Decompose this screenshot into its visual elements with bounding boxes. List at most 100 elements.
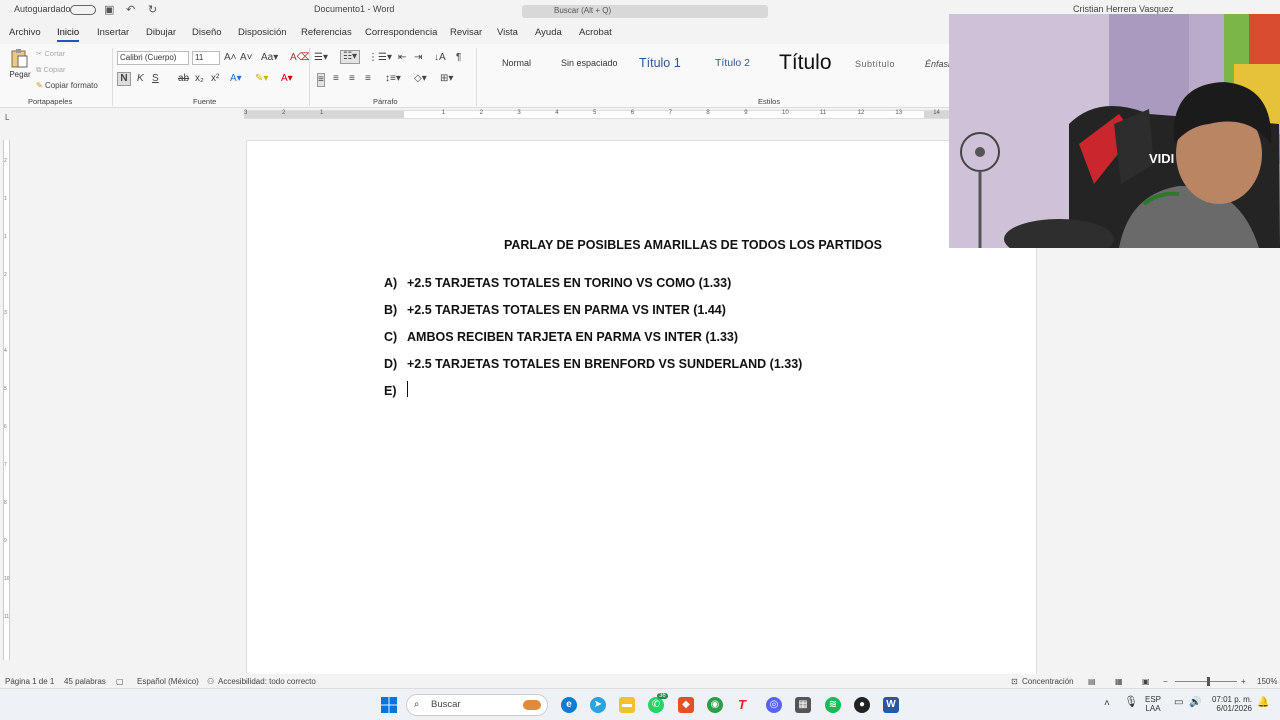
web-layout-icon[interactable]: ▣	[1142, 677, 1150, 686]
tab-archivo[interactable]: Archivo	[9, 27, 41, 38]
read-mode-icon[interactable]: ▤	[1088, 677, 1096, 686]
telegram-icon[interactable]: ➤	[590, 697, 606, 713]
font-name-select[interactable]: Calibri (Cuerpo)	[117, 51, 189, 65]
horizontal-ruler[interactable]: 321123456789101112131415	[244, 110, 978, 119]
brave-icon[interactable]: ◆	[678, 697, 694, 713]
font-size-select[interactable]: 11	[192, 51, 220, 65]
font-color-icon[interactable]: A▾	[281, 73, 293, 85]
sort-icon[interactable]: ↓A	[434, 52, 446, 64]
clock-date: 6/01/2026	[1216, 704, 1252, 713]
chrome-icon[interactable]: ◉	[707, 697, 723, 713]
windows-start-icon[interactable]	[381, 697, 397, 713]
word-app-icon[interactable]: W	[883, 697, 899, 713]
tab-dibujar[interactable]: Dibujar	[146, 27, 176, 38]
borders-icon[interactable]: ⊞▾	[440, 73, 453, 85]
document-page[interactable]: PARLAY DE POSIBLES AMARILLAS DE TODOS LO…	[246, 140, 1037, 674]
style-no-spacing[interactable]: Sin espaciado	[561, 58, 618, 68]
tab-ayuda[interactable]: Ayuda	[535, 27, 562, 38]
obs-icon[interactable]: ●	[854, 697, 870, 713]
align-center-icon[interactable]: ≡	[333, 73, 339, 85]
show-marks-icon[interactable]: ¶	[456, 52, 461, 64]
tab-diseno[interactable]: Diseño	[192, 27, 222, 38]
focus-mode[interactable]: Concentración	[1022, 677, 1074, 686]
tab-inicio[interactable]: Inicio	[57, 27, 80, 42]
zoom-level[interactable]: 150%	[1257, 677, 1277, 686]
save-icon[interactable]: ▣	[104, 3, 114, 16]
zoom-slider[interactable]	[1175, 681, 1237, 682]
justify-icon[interactable]: ≡	[365, 73, 371, 85]
tray-chevron-icon[interactable]: ˄	[1104, 699, 1110, 709]
bullets-icon[interactable]: ☰▾	[314, 52, 328, 64]
print-layout-icon[interactable]: ▦	[1115, 677, 1123, 686]
spellcheck-icon[interactable]: ▢	[116, 677, 124, 686]
style-title[interactable]: Título	[779, 51, 832, 75]
whatsapp-icon[interactable]: ✆	[648, 697, 664, 713]
cut-button[interactable]: ✂ Cortar	[36, 48, 65, 60]
underline-button[interactable]: S	[152, 73, 159, 85]
accessibility-icon[interactable]: ⚇	[207, 677, 214, 686]
copy-button[interactable]: ⧉ Copiar	[36, 64, 66, 76]
tab-disposicion[interactable]: Disposición	[238, 27, 287, 38]
calculator-icon[interactable]: ▦	[795, 697, 811, 713]
language-status[interactable]: Español (México)	[137, 677, 199, 686]
subscript-icon[interactable]: x₂	[195, 73, 204, 85]
spotify-icon[interactable]: ≋	[825, 697, 841, 713]
paste-button[interactable]: Pegar	[9, 48, 31, 86]
vertical-ruler[interactable]: 2 1 1 2 3 4 5 6 7 8 9 10 11	[3, 140, 10, 660]
align-right-icon[interactable]: ≡	[349, 73, 355, 85]
format-painter-button[interactable]: ✎ Copiar formato	[36, 80, 98, 92]
tab-referencias[interactable]: Referencias	[301, 27, 352, 38]
zoom-in-icon[interactable]: +	[1241, 677, 1246, 686]
shrink-font-icon[interactable]: A˅	[240, 52, 253, 64]
decrease-indent-icon[interactable]: ⇤	[398, 52, 406, 64]
tab-revisar[interactable]: Revisar	[450, 27, 482, 38]
superscript-icon[interactable]: x²	[211, 73, 219, 85]
microphone-icon[interactable]: 🎙	[1124, 697, 1138, 708]
line-spacing-icon[interactable]: ↕≡▾	[385, 73, 401, 85]
tab-correspondencia[interactable]: Correspondencia	[365, 27, 437, 38]
taskbar-search[interactable]: ⌕ Buscar	[406, 694, 548, 716]
multilevel-list-icon[interactable]: ⋮☰▾	[368, 52, 392, 64]
grow-font-icon[interactable]: A˄	[224, 52, 237, 64]
style-heading2[interactable]: Título 2	[715, 57, 750, 69]
zoom-out-icon[interactable]: −	[1163, 677, 1168, 686]
file-explorer-icon[interactable]: ▬	[619, 697, 635, 713]
zoom-slider-thumb[interactable]	[1207, 677, 1210, 686]
typora-icon[interactable]: T	[734, 697, 750, 713]
italic-button[interactable]: K	[137, 73, 144, 85]
undo-icon[interactable]: ↶	[126, 3, 135, 16]
clock[interactable]: 07:01 p. m. 6/01/2026	[1208, 695, 1252, 713]
accessibility-status[interactable]: Accesibilidad: todo correcto	[218, 677, 316, 686]
page-count[interactable]: Página 1 de 1	[5, 677, 54, 686]
discord-icon[interactable]: ◎	[766, 697, 782, 713]
numbering-icon[interactable]: ☷▾	[340, 50, 360, 64]
highlight-icon[interactable]: ✎▾	[255, 73, 268, 85]
focus-icon[interactable]: ⊡	[1011, 677, 1018, 686]
tab-insertar[interactable]: Insertar	[97, 27, 129, 38]
shading-icon[interactable]: ◇▾	[414, 73, 427, 85]
language-indicator[interactable]: ESP LAA	[1145, 695, 1161, 713]
change-case-icon[interactable]: Aa▾	[261, 52, 278, 64]
align-left-icon[interactable]: ≡	[317, 73, 325, 87]
text-effects-icon[interactable]: A▾	[230, 73, 242, 85]
style-heading1[interactable]: Título 1	[639, 56, 681, 70]
user-name[interactable]: Cristian Herrera Vasquez	[1073, 4, 1173, 14]
word-count[interactable]: 45 palabras	[64, 677, 106, 686]
network-icon[interactable]: ▭	[1174, 698, 1183, 708]
volume-icon[interactable]: 🔊	[1189, 698, 1201, 708]
bold-button[interactable]: N	[117, 72, 131, 86]
strikethrough-icon[interactable]: ab	[178, 73, 189, 85]
tab-vista[interactable]: Vista	[497, 27, 518, 38]
clear-format-icon[interactable]: A⌫	[290, 52, 311, 64]
autosave-toggle[interactable]	[70, 5, 96, 15]
list-text: +2.5 TARJETAS TOTALES EN BRENFORD VS SUN…	[407, 357, 803, 371]
style-subtitle[interactable]: Subtítulo	[855, 59, 895, 69]
edge-icon[interactable]: e	[561, 697, 577, 713]
tab-acrobat[interactable]: Acrobat	[579, 27, 612, 38]
style-normal[interactable]: Normal	[502, 58, 531, 68]
tab-selector-icon[interactable]: L	[5, 113, 9, 122]
redo-icon[interactable]: ↻	[148, 3, 157, 16]
title-search-box[interactable]: Buscar (Alt + Q)	[522, 5, 768, 18]
notification-icon[interactable]: 🔔	[1257, 698, 1269, 708]
increase-indent-icon[interactable]: ⇥	[414, 52, 422, 64]
